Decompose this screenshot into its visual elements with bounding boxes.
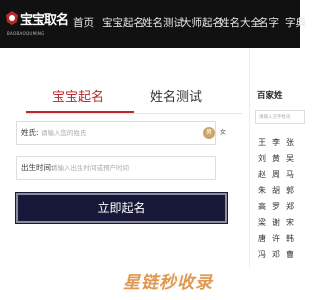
surname-item[interactable]: 赵 [258, 169, 272, 181]
surname-item[interactable]: 刘 [258, 153, 272, 165]
surname-item[interactable]: 朱 [258, 185, 272, 197]
surname-item[interactable]: 周 [272, 169, 286, 181]
surname-item[interactable]: 黄 [272, 153, 286, 165]
surname-item[interactable]: 许 [272, 233, 286, 245]
site-logo[interactable]: 宝宝取名 BAOBAOQUMING [4, 8, 69, 42]
gender-female-toggle[interactable]: 女 [217, 127, 229, 139]
birth-time-label: 出生时间: [21, 163, 54, 172]
submit-naming-button[interactable]: 立即起名 [15, 192, 228, 224]
surname-item[interactable]: 高 [258, 201, 272, 213]
surname-input[interactable] [41, 125, 191, 141]
surname-item[interactable]: 谢 [272, 217, 286, 229]
surname-item[interactable]: 胡 [272, 185, 286, 197]
tab-name-test[interactable]: 姓名测试 [150, 88, 202, 108]
surname-item[interactable]: 唐 [258, 233, 272, 245]
surname-item[interactable]: 罗 [272, 201, 286, 213]
surname-list-title: 百家姓 [257, 91, 283, 101]
surname-item[interactable]: 郑 [286, 201, 300, 213]
birth-time-input[interactable] [51, 160, 211, 176]
nav-baby-naming[interactable]: 宝宝起名 [102, 15, 144, 31]
surname-item[interactable]: 郭 [286, 185, 300, 197]
surname-item[interactable]: 李 [272, 137, 286, 149]
surname-field: 姓氏: 男 女 [16, 121, 229, 145]
surname-item[interactable]: 吴 [286, 153, 300, 165]
surname-item[interactable]: 张 [286, 137, 300, 149]
surname-item[interactable]: 曹 [286, 249, 300, 261]
nav-name-encyclopedia[interactable]: 姓名大全 [219, 15, 261, 31]
tab-baby-naming[interactable]: 宝宝起名 [52, 88, 104, 108]
birth-time-field: 出生时间: [16, 156, 216, 180]
surname-label: 姓氏: [21, 128, 39, 137]
surname-item[interactable]: 冯 [258, 249, 272, 261]
surname-item[interactable]: 韩 [286, 233, 300, 245]
surname-item[interactable]: 王 [258, 137, 272, 149]
logo-seal-icon [6, 11, 18, 25]
surname-item[interactable]: 宋 [286, 217, 300, 229]
tab-divider [26, 113, 242, 114]
watermark: 星链秒收录 [0, 266, 300, 294]
nav-home[interactable]: 首页 [73, 15, 94, 31]
nav-dictionary[interactable]: 字典 [285, 15, 306, 31]
surname-item[interactable]: 马 [286, 169, 300, 181]
nav-master-naming[interactable]: 大师起名 [181, 15, 223, 31]
watermark-text: 星链秒收录 [123, 273, 213, 293]
surname-search-input[interactable] [259, 112, 319, 123]
gender-male-toggle[interactable]: 男 [203, 127, 215, 139]
top-header: 宝宝取名 BAOBAOQUMING 首页 宝宝起名 姓名测试 大师起名 姓名大全… [0, 0, 306, 48]
surname-item[interactable]: 邓 [272, 249, 286, 261]
nav-names[interactable]: 名字 [258, 15, 279, 31]
logo-text: 宝宝取名 [20, 13, 69, 28]
surname-search-box [255, 110, 319, 124]
nav-name-test[interactable]: 姓名测试 [142, 15, 184, 31]
logo-subtitle: BAOBAOQUMING [7, 31, 45, 36]
surname-item[interactable]: 梁 [258, 217, 272, 229]
panel-divider [249, 48, 250, 268]
